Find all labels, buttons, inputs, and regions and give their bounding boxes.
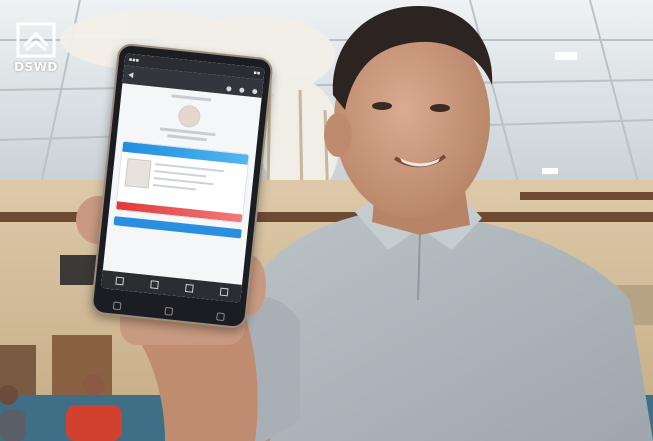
digital-id-card xyxy=(115,140,250,224)
phone-screen: ▪▪▪ ▪▪ xyxy=(100,53,265,303)
back-arrow-icon xyxy=(128,71,134,79)
nav-icon xyxy=(184,283,194,293)
ceiling-light xyxy=(542,168,558,174)
wall-band-right xyxy=(520,192,653,200)
status-right: ▪▪ xyxy=(253,69,261,77)
profile-heading-line xyxy=(171,94,212,102)
app-bar-icon xyxy=(226,85,232,92)
smartphone: ▪▪▪ ▪▪ xyxy=(90,42,274,330)
background-scene xyxy=(0,0,653,441)
nav-home-icon xyxy=(164,306,174,316)
profile-avatar xyxy=(177,104,202,129)
man-ear xyxy=(324,113,352,157)
app-bar-icon xyxy=(252,88,258,94)
dswd-logo: DSWD xyxy=(8,22,64,74)
nav-icon xyxy=(219,287,229,297)
dswd-house-hands-icon xyxy=(16,22,56,58)
profile-sub-line xyxy=(167,134,208,142)
status-left: ▪▪▪ xyxy=(128,56,140,64)
photo-scene: DSWD ▪▪▪ ▪▪ xyxy=(0,0,653,441)
app-bar-icon xyxy=(239,86,245,93)
nav-back-icon xyxy=(112,301,122,311)
ceiling-light xyxy=(555,52,577,60)
nav-icon xyxy=(149,280,159,290)
id-card-photo xyxy=(124,158,152,189)
id-card-details xyxy=(152,163,240,200)
logo-text: DSWD xyxy=(14,60,58,74)
nav-icon xyxy=(114,276,124,286)
nav-recents-icon xyxy=(216,312,225,322)
